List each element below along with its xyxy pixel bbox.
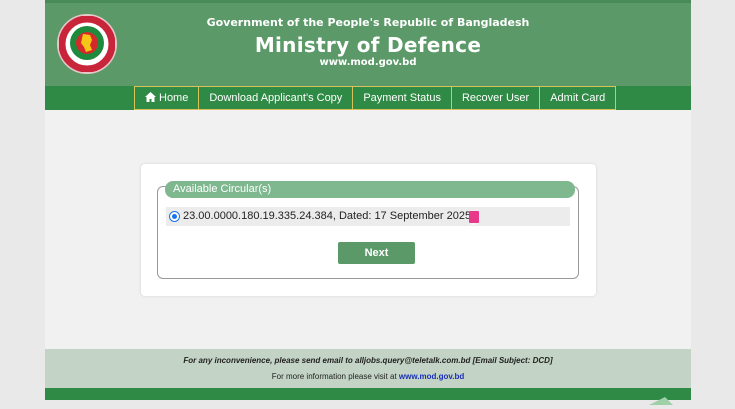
footer-info-prefix: For more information please visit at	[271, 372, 397, 381]
circular-radio[interactable]	[169, 211, 180, 222]
site-footer: For any inconvenience, please send email…	[45, 349, 691, 388]
circular-item[interactable]: 23.00.0000.180.19.335.24.384, Dated: 17 …	[166, 207, 570, 226]
main-navbar: Home Download Applicant's Copy Payment S…	[45, 86, 691, 110]
government-line: Government of the People's Republic of B…	[206, 16, 530, 29]
nav-menu: Home Download Applicant's Copy Payment S…	[134, 86, 617, 110]
circular-fieldset: Available Circular(s) 23.00.0000.180.19.…	[157, 181, 579, 279]
site-header: Government of the People's Republic of B…	[45, 0, 691, 86]
circular-card: Available Circular(s) 23.00.0000.180.19.…	[141, 164, 596, 296]
page: Government of the People's Republic of B…	[45, 0, 691, 405]
nav-item-admit-card[interactable]: Admit Card	[539, 86, 617, 110]
next-button[interactable]: Next	[338, 242, 415, 264]
nav-item-recover-user[interactable]: Recover User	[450, 86, 541, 110]
circular-item-text: 23.00.0000.180.19.335.24.384, Dated: 17 …	[183, 210, 472, 222]
nav-item-payment-status[interactable]: Payment Status	[352, 86, 452, 110]
circular-legend: Available Circular(s)	[165, 181, 575, 198]
pdf-icon[interactable]: PDF	[469, 211, 479, 226]
bottom-bar	[45, 388, 691, 400]
footer-website-link[interactable]: www.mod.gov.bd	[399, 372, 464, 381]
ministry-title: Ministry of Defence	[254, 33, 482, 57]
nav-item-download-applicants-copy[interactable]: Download Applicant's Copy	[198, 86, 354, 110]
site-url: www.mod.gov.bd	[319, 57, 417, 68]
nav-item-label: Home	[159, 92, 189, 104]
home-icon	[145, 88, 156, 110]
nav-item-home[interactable]: Home	[134, 86, 200, 110]
footer-contact-text: For any inconvenience, please send email…	[183, 356, 553, 365]
footer-info-text: For more information please visit at www…	[45, 372, 691, 381]
